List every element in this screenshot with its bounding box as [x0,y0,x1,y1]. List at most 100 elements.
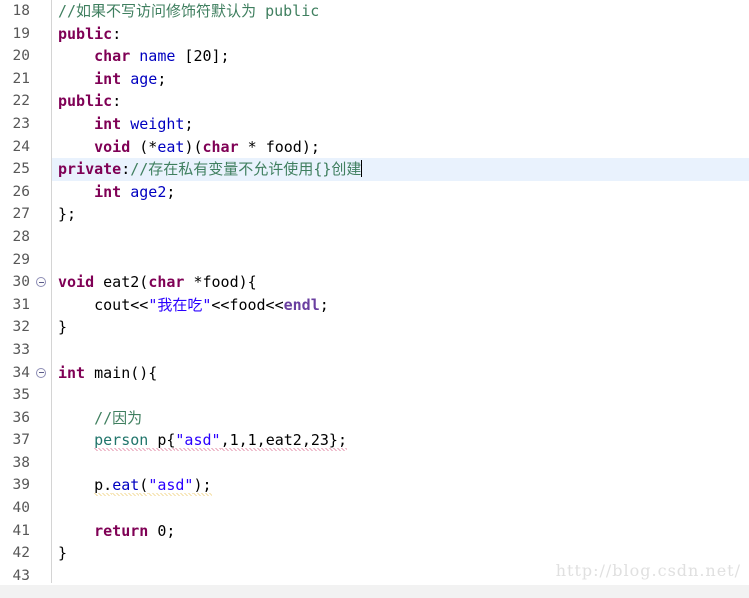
gutter-line-28[interactable]: 28 [0,226,52,249]
code-line[interactable]: int weight; [52,113,749,136]
gutter-line-36[interactable]: 36 [0,407,52,430]
code-token: ); [193,476,212,497]
code-editor[interactable]: 18 19 20 21 22 23 24 25 26 27 28 29 30 31 32 33 34 35 36 37… [0,0,749,598]
line-number: 23 [12,115,30,132]
gutter-line-21[interactable]: 21 [0,68,52,91]
gutter-line-40[interactable]: 40 [0,497,52,520]
code-token: : [121,160,131,179]
gutter-line-35[interactable]: 35 [0,384,52,407]
gutter-line-20[interactable]: 20 [0,45,52,68]
line-number: 30 [12,274,30,291]
line-number: 31 [12,296,30,313]
code-token: int [94,69,122,88]
code-token: char [94,47,131,66]
code-line[interactable]: int main(){ [52,362,749,385]
code-line[interactable]: public: [52,23,749,46]
code-token: ; [184,114,194,133]
code-line[interactable]: p.eat("asd"); [52,474,749,497]
code-token: ( [139,476,149,497]
watermark-text: http://blog.csdn.net/ [555,561,741,580]
code-token: p{ [148,431,176,452]
code-token: (* [130,137,158,156]
gutter-line-42[interactable]: 42 [0,542,52,565]
line-number-gutter[interactable]: 18 19 20 21 22 23 24 25 26 27 28 29 30 31 32 33 34 35 36 37… [0,0,52,598]
code-line[interactable]: }; [52,203,749,226]
fold-collapse-icon[interactable] [36,277,46,288]
code-token: char [202,137,239,156]
line-number: 35 [12,387,30,404]
code-line[interactable] [52,497,749,520]
code-token: "asd" [148,476,194,497]
gutter-line-18[interactable]: 18 [0,0,52,23]
line-number: 21 [12,70,30,87]
code-token: ,1,1,eat2,23}; [220,431,347,452]
code-line[interactable] [52,452,749,475]
code-line[interactable] [52,339,749,362]
gutter-line-19[interactable]: 19 [0,23,52,46]
code-line[interactable] [52,226,749,249]
code-line[interactable]: return 0; [52,520,749,543]
code-line[interactable]: int age; [52,68,749,91]
code-token: cout<< [58,295,149,314]
text-cursor [361,160,363,178]
code-token: ; [319,295,329,314]
code-token: void [58,273,95,292]
line-number: 36 [12,409,30,426]
gutter-line-29[interactable]: 29 [0,249,52,272]
line-number: 25 [12,161,30,178]
code-line[interactable] [52,249,749,272]
gutter-line-31[interactable]: 31 [0,294,52,317]
code-token: } [58,318,68,337]
code-token: : [112,24,122,43]
gutter-line-23[interactable]: 23 [0,113,52,136]
code-token: weight [130,114,185,133]
gutter-line-27[interactable]: 27 [0,203,52,226]
line-number: 33 [12,341,30,358]
code-token: )( [184,137,203,156]
gutter-line-32[interactable]: 32 [0,316,52,339]
gutter-line-33[interactable]: 33 [0,339,52,362]
code-line[interactable] [52,384,749,407]
code-token: }; [58,205,77,224]
gutter-line-26[interactable]: 26 [0,181,52,204]
code-token: //如果不写访问修饰符默认为 public [58,2,320,20]
code-line[interactable]: public: [52,90,749,113]
code-line[interactable]: } [52,316,749,339]
line-number: 19 [12,25,30,42]
code-line[interactable]: person p{"asd",1,1,eat2,23}; [52,429,749,452]
fold-collapse-icon[interactable] [36,367,46,378]
line-number: 24 [12,138,30,155]
gutter-line-39[interactable]: 39 [0,474,52,497]
gutter-line-34[interactable]: 34 [0,362,52,385]
gutter-line-25[interactable]: 25 [0,158,52,181]
gutter-line-41[interactable]: 41 [0,520,52,543]
gutter-line-37[interactable]: 37 [0,429,52,452]
code-line[interactable]: //如果不写访问修饰符默认为 public [52,0,749,23]
gutter-line-30[interactable]: 30 [0,271,52,294]
code-line[interactable]: void (*eat)(char * food); [52,136,749,159]
code-line-current[interactable]: private://存在私有变量不允许使用{}创建 [0,158,749,181]
code-line[interactable]: int age2; [52,181,749,204]
code-text-area[interactable]: //如果不写访问修饰符默认为 public public: char name [… [0,0,749,598]
code-token: ; [157,69,167,88]
code-line[interactable]: void eat2(char *food){ [52,271,749,294]
code-line[interactable]: cout<<"我在吃"<<food<<endl; [52,294,749,317]
code-token: 0; [148,521,176,540]
code-token: "asd" [175,431,221,452]
code-line[interactable]: //因为 [52,407,749,430]
code-token: //存在私有变量不允许使用{}创建 [130,160,362,179]
line-number: 18 [12,3,30,19]
code-line[interactable]: char name [20]; [52,45,749,68]
line-number: 22 [12,93,30,110]
line-number: 38 [12,454,30,471]
gutter-line-38[interactable]: 38 [0,452,52,475]
code-token: name [139,47,176,66]
code-token: main(){ [85,363,158,382]
line-number: 29 [12,251,30,268]
line-number: 28 [12,228,30,245]
gutter-line-24[interactable]: 24 [0,136,52,159]
code-token: return [94,521,149,540]
gutter-line-22[interactable]: 22 [0,90,52,113]
